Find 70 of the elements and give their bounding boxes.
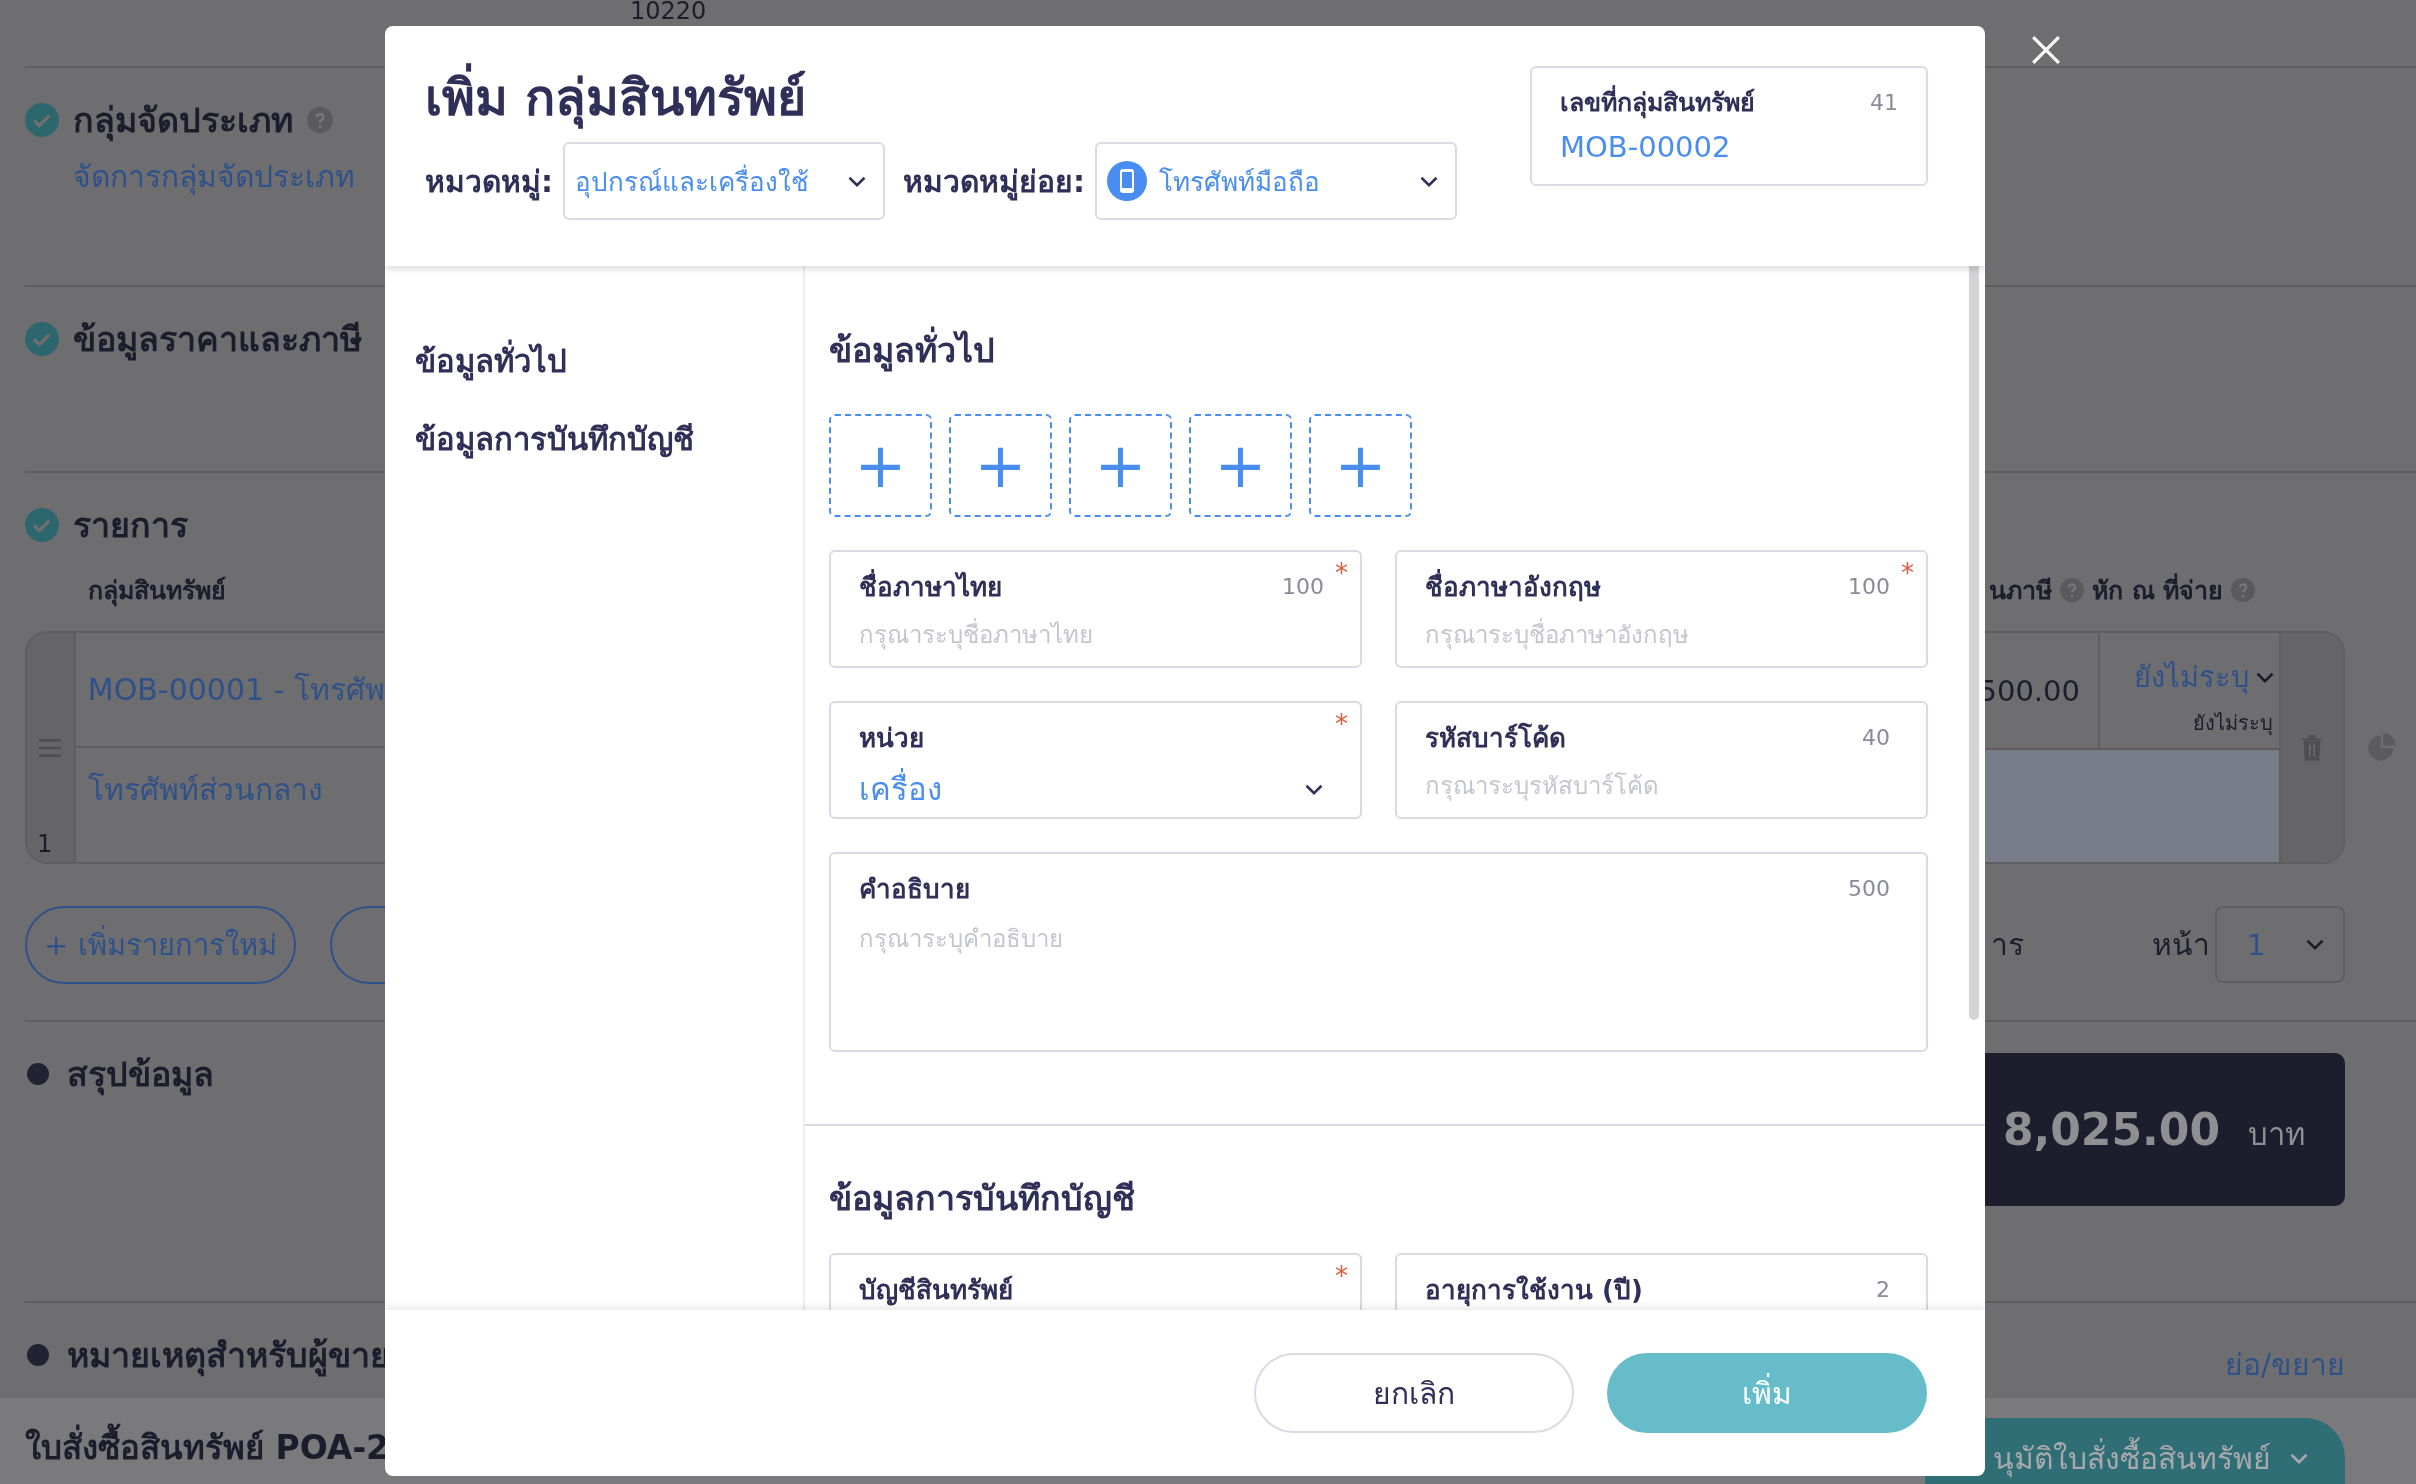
category-select[interactable]: อุปกรณ์และเครื่องใช้	[563, 142, 885, 220]
field-label: บัญชีสินทรัพย์	[859, 1274, 1013, 1308]
trash-icon[interactable]	[2301, 734, 2323, 761]
column-header: หัก ณ ที่จ่าย	[2092, 570, 2224, 610]
add-photo-button[interactable]: +	[949, 414, 1052, 517]
close-icon[interactable]	[2030, 34, 2062, 66]
pager-text: าร	[1991, 926, 2024, 964]
section-title: สรุปข้อมูล	[67, 1053, 214, 1098]
required-mark: *	[1335, 1261, 1348, 1291]
section-heading: ข้อมูลการบันทึกบัญชี	[829, 1177, 1136, 1220]
character-limit: 2	[1876, 1277, 1890, 1302]
asset-description-text: โทรศัพท์ส่วนกลาง	[87, 771, 323, 810]
total-amount: 8,025.00	[2002, 1104, 2220, 1155]
column-header: กลุ่มสินทรัพย์	[88, 575, 226, 609]
required-mark: *	[1335, 558, 1348, 588]
chevron-down-icon	[1304, 782, 1324, 796]
postal-code-text: 10220	[630, 0, 707, 24]
required-mark: *	[1901, 558, 1914, 588]
add-photo-button[interactable]: +	[829, 414, 932, 517]
add-photo-button[interactable]: +	[1069, 414, 1172, 517]
text-area[interactable]: กรุณาระบุคำอธิบาย	[859, 919, 1890, 1050]
section-title: ข้อมูลราคาและภาษี	[73, 318, 362, 363]
cancel-button[interactable]: ยกเลิก	[1254, 1353, 1574, 1433]
chevron-down-icon	[847, 174, 867, 188]
chevron-down-icon	[2305, 938, 2325, 951]
unit-value: เครื่อง	[859, 764, 942, 814]
input-field[interactable]: * ชื่อภาษาไทย 100 กรุณาระบุชื่อภาษาไทย	[829, 550, 1362, 668]
section-title: หมายเหตุสำหรับผู้ขาย	[67, 1334, 390, 1379]
unit-select[interactable]: * หน่วย เครื่อง	[829, 701, 1362, 819]
chevron-down-icon	[1419, 174, 1439, 188]
field-label: หน่วย	[859, 722, 924, 755]
required-mark: *	[1335, 709, 1348, 739]
chevron-down-icon	[2289, 1451, 2309, 1465]
input-field[interactable]: * ชื่อภาษาอังกฤษ 100 กรุณาระบุชื่อภาษาอังกฤษ	[1395, 550, 1928, 668]
chevron-down-icon	[2255, 670, 2275, 684]
field-label: อายุการใช้งาน (ปี)	[1425, 1274, 1643, 1309]
character-limit: 100	[1282, 574, 1324, 599]
row-handle[interactable]: 1	[27, 633, 76, 862]
withholding-note: ยังไม่ระบุ	[2193, 710, 2273, 738]
input-field[interactable]: รหัสบาร์โค้ด 40 กรุณาระบุรหัสบาร์โค้ด	[1395, 701, 1928, 819]
add-button[interactable]: เพิ่ม	[1607, 1353, 1927, 1433]
section-heading: ข้อมูลทั่วไป	[829, 328, 1928, 372]
phone-icon	[1107, 161, 1147, 201]
field-label: ชื่อภาษาอังกฤษ	[1425, 566, 1601, 607]
text-input[interactable]: กรุณาระบุรหัสบาร์โค้ด	[1425, 768, 1890, 804]
subcategory-select[interactable]: โทรศัพท์มือถือ	[1095, 142, 1457, 220]
field-label: ชื่อภาษาไทย	[859, 566, 1002, 607]
scrollbar[interactable]	[1969, 266, 1979, 1020]
column-header: นภาษี	[1989, 575, 2052, 607]
text-input[interactable]: กรุณาระบุชื่อภาษาไทย	[859, 617, 1324, 653]
field-label: คำอธิบาย	[859, 873, 970, 906]
subcategory-label: หมวดหมู่ย่อย:	[903, 162, 1085, 203]
section-title: กลุ่มจัดประเภท	[73, 99, 293, 144]
add-photo-button[interactable]: +	[1309, 414, 1412, 517]
section-title: รายการ	[73, 504, 188, 547]
row-number: 1	[37, 830, 53, 858]
character-limit: 40	[1862, 725, 1890, 750]
description-field[interactable]: คำอธิบาย 500 กรุณาระบุคำอธิบาย	[829, 852, 1928, 1052]
currency-label: บาท	[2248, 1114, 2305, 1154]
text-input[interactable]: กรุณาระบุชื่อภาษาอังกฤษ	[1425, 617, 1890, 653]
add-photo-button[interactable]: +	[1189, 414, 1292, 517]
section-nav-item[interactable]: ข้อมูลการบันทึกบัญชี	[415, 414, 803, 464]
page-label: หน้า	[2152, 926, 2210, 964]
field-label: รหัสบาร์โค้ด	[1425, 721, 1566, 755]
character-limit: 500	[1848, 876, 1890, 901]
group-number-field[interactable]: เลขที่กลุ่มสินทรัพย์ 41 MOB-00002	[1530, 66, 1928, 186]
document-title: ใบสั่งซื้อสินทรัพย์ POA-2	[25, 1421, 390, 1474]
character-limit: 100	[1848, 574, 1890, 599]
section-nav-item[interactable]: ข้อมูลทั่วไป	[415, 336, 803, 386]
category-label: หมวดหมู่:	[425, 162, 553, 203]
